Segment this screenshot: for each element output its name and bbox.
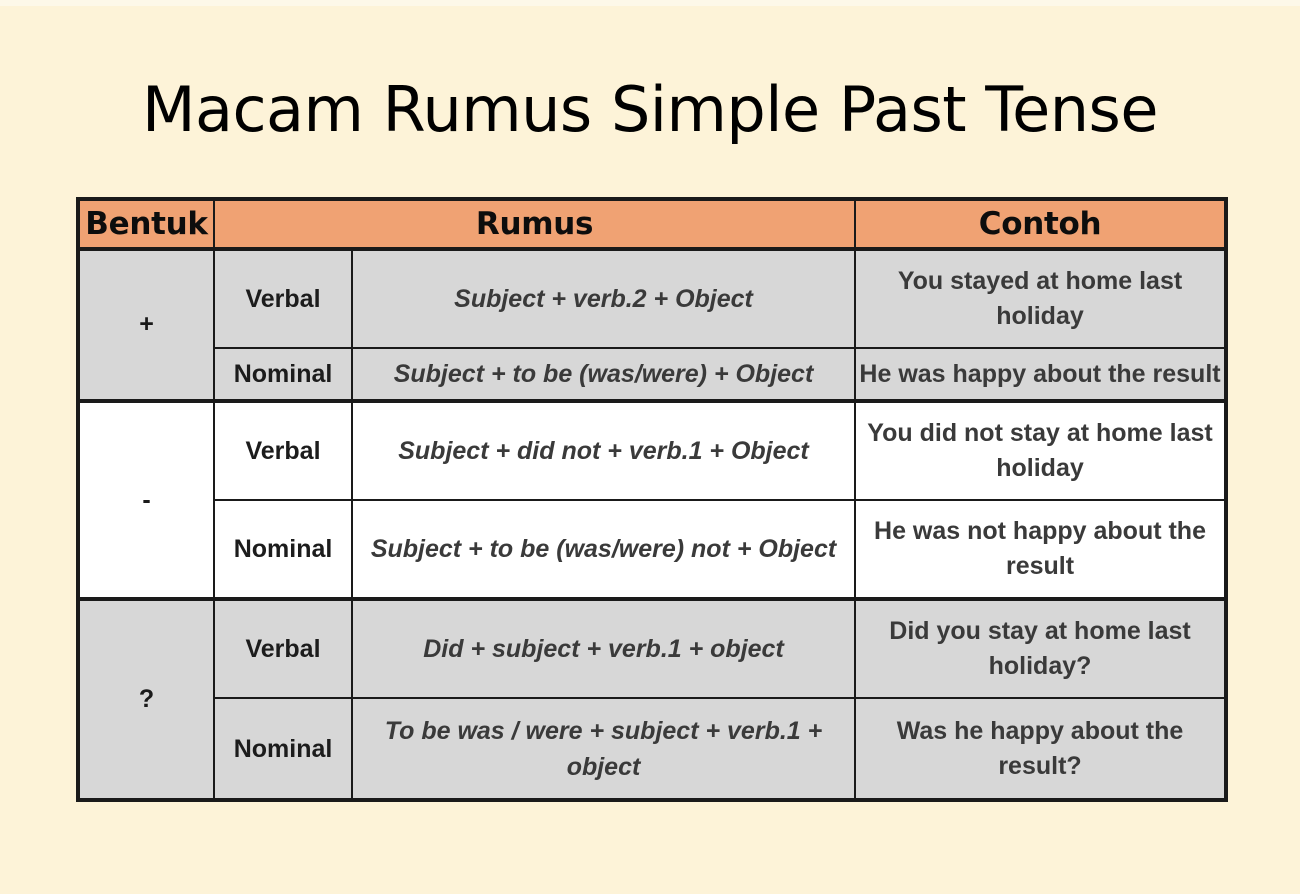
column-header-contoh: Contoh (854, 198, 1228, 251)
bentuk-cell-negative: - (77, 398, 215, 601)
bentuk-cell-interrogative: ? (77, 597, 215, 801)
kind-cell: Verbal (213, 246, 353, 350)
rumus-cell: Subject + to be (was/were) not + Object (350, 499, 857, 601)
table-row: Nominal To be was / were + subject + ver… (78, 697, 1228, 801)
contoh-cell: You did not stay at home last holiday (854, 398, 1228, 502)
kind-cell: Nominal (213, 499, 353, 601)
table-row: ? Verbal Did + subject + verb.1 + object… (77, 597, 1228, 801)
contoh-cell: Did you stay at home last holiday? (854, 597, 1228, 700)
contoh-cell: He was happy about the result (854, 347, 1228, 402)
slide-canvas: Macam Rumus Simple Past Tense Bentuk Rum… (0, 0, 1300, 894)
top-edge-band (0, 0, 1300, 6)
table-row: Nominal Subject + to be (was/were) + Obj… (78, 347, 1228, 402)
contoh-cell: You stayed at home last holiday (854, 246, 1228, 350)
table-row: - Verbal Subject + did not + verb.1 + Ob… (77, 398, 1228, 601)
table-row: + Verbal Subject + verb.2 + Object You s… (77, 246, 1228, 402)
contoh-cell: Was he happy about the result? (854, 697, 1228, 801)
table-header-row: Bentuk Rumus Contoh (77, 198, 1228, 251)
table-row: Nominal Subject + to be (was/were) not +… (78, 499, 1228, 601)
rumus-cell: Subject + to be (was/were) + Object (350, 347, 857, 402)
kind-cell: Nominal (213, 697, 353, 801)
rumus-cell: Did + subject + verb.1 + object (350, 597, 857, 700)
column-header-rumus: Rumus (212, 198, 857, 251)
rumus-cell: Subject + verb.2 + Object (350, 246, 857, 350)
formulas-table: Bentuk Rumus Contoh + Verbal Subject + v… (76, 197, 1229, 802)
formulas-table-container: Bentuk Rumus Contoh + Verbal Subject + v… (76, 197, 1229, 802)
column-header-bentuk: Bentuk (77, 198, 215, 251)
page-title: Macam Rumus Simple Past Tense (141, 73, 1159, 146)
kind-cell: Verbal (213, 597, 353, 700)
kind-cell: Verbal (213, 398, 353, 502)
rumus-cell: Subject + did not + verb.1 + Object (350, 398, 857, 502)
kind-cell: Nominal (213, 347, 353, 402)
table-body: + Verbal Subject + verb.2 + Object You s… (77, 246, 1228, 801)
bentuk-cell-positive: + (77, 247, 215, 402)
rumus-cell: To be was / were + subject + verb.1 + ob… (350, 697, 857, 801)
contoh-cell: He was not happy about the result (854, 499, 1228, 601)
